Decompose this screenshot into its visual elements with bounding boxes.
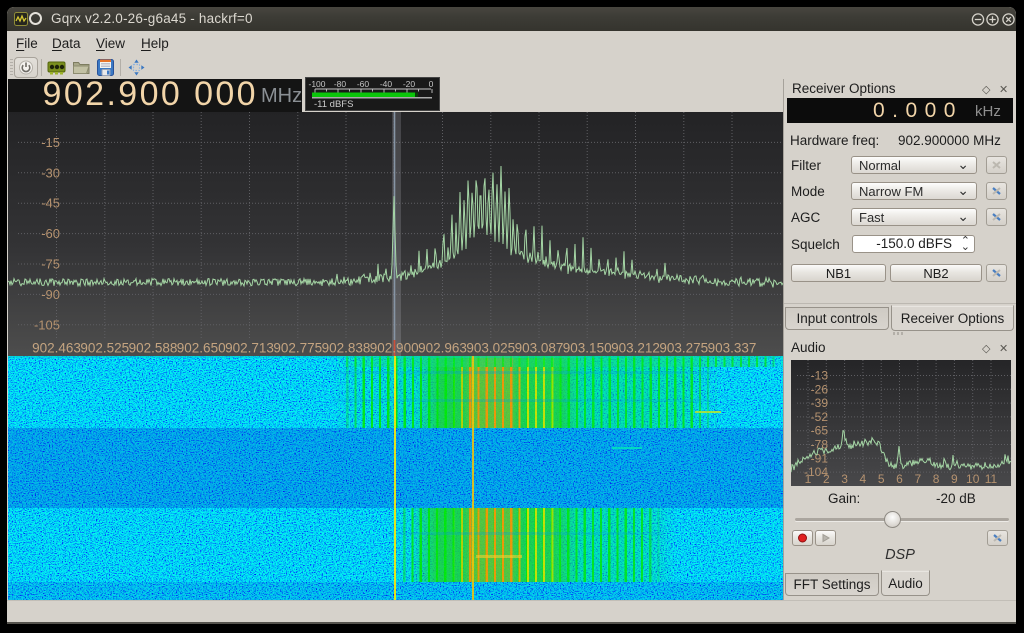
svg-text:-52: -52 xyxy=(811,410,829,424)
svg-text:-100: -100 xyxy=(308,79,325,89)
svg-text:-20: -20 xyxy=(403,79,416,89)
svg-text:0: 0 xyxy=(429,79,434,89)
svg-text:-30: -30 xyxy=(41,165,60,180)
svg-text:-65: -65 xyxy=(811,424,829,438)
svg-text:902.525: 902.525 xyxy=(80,341,129,356)
svg-text:903.087: 903.087 xyxy=(515,341,564,356)
svg-text:11: 11 xyxy=(985,472,998,486)
svg-text:6: 6 xyxy=(896,472,903,486)
svg-text:-39: -39 xyxy=(811,396,829,410)
svg-text:902.963: 902.963 xyxy=(418,341,467,356)
svg-text:902.588: 902.588 xyxy=(129,341,178,356)
svg-text:8: 8 xyxy=(933,472,940,486)
svg-text:902.775: 902.775 xyxy=(273,341,322,356)
svg-text:-105: -105 xyxy=(34,317,60,332)
svg-text:902.838: 902.838 xyxy=(322,341,371,356)
svg-text:-75: -75 xyxy=(41,257,60,272)
svg-text:903.212: 903.212 xyxy=(611,341,660,356)
svg-text:902.900: 902.900 xyxy=(370,341,419,356)
svg-text:-15: -15 xyxy=(41,135,60,150)
svg-text:1: 1 xyxy=(805,472,812,486)
svg-text:4: 4 xyxy=(860,472,867,486)
svg-text:902.650: 902.650 xyxy=(177,341,226,356)
svg-text:903.025: 903.025 xyxy=(466,341,515,356)
svg-text:3: 3 xyxy=(841,472,848,486)
svg-text:-60: -60 xyxy=(357,79,370,89)
svg-text:-11 dBFS: -11 dBFS xyxy=(314,99,353,110)
svg-text:903.337: 903.337 xyxy=(708,341,757,356)
svg-text:-45: -45 xyxy=(41,196,60,211)
svg-text:-80: -80 xyxy=(334,79,347,89)
svg-text:-90: -90 xyxy=(41,287,60,302)
svg-text:-26: -26 xyxy=(811,382,829,396)
svg-text:7: 7 xyxy=(914,472,921,486)
svg-text:902.463: 902.463 xyxy=(32,341,81,356)
svg-text:10: 10 xyxy=(966,472,980,486)
svg-text:-91: -91 xyxy=(811,451,829,465)
svg-text:5: 5 xyxy=(878,472,885,486)
svg-text:-13: -13 xyxy=(811,369,829,383)
svg-text:2: 2 xyxy=(823,472,830,486)
svg-text:903.150: 903.150 xyxy=(563,341,612,356)
svg-text:902.713: 902.713 xyxy=(225,341,274,356)
svg-text:-60: -60 xyxy=(41,226,60,241)
svg-text:903.275: 903.275 xyxy=(659,341,708,356)
svg-text:-40: -40 xyxy=(380,79,393,89)
svg-text:9: 9 xyxy=(951,472,958,486)
